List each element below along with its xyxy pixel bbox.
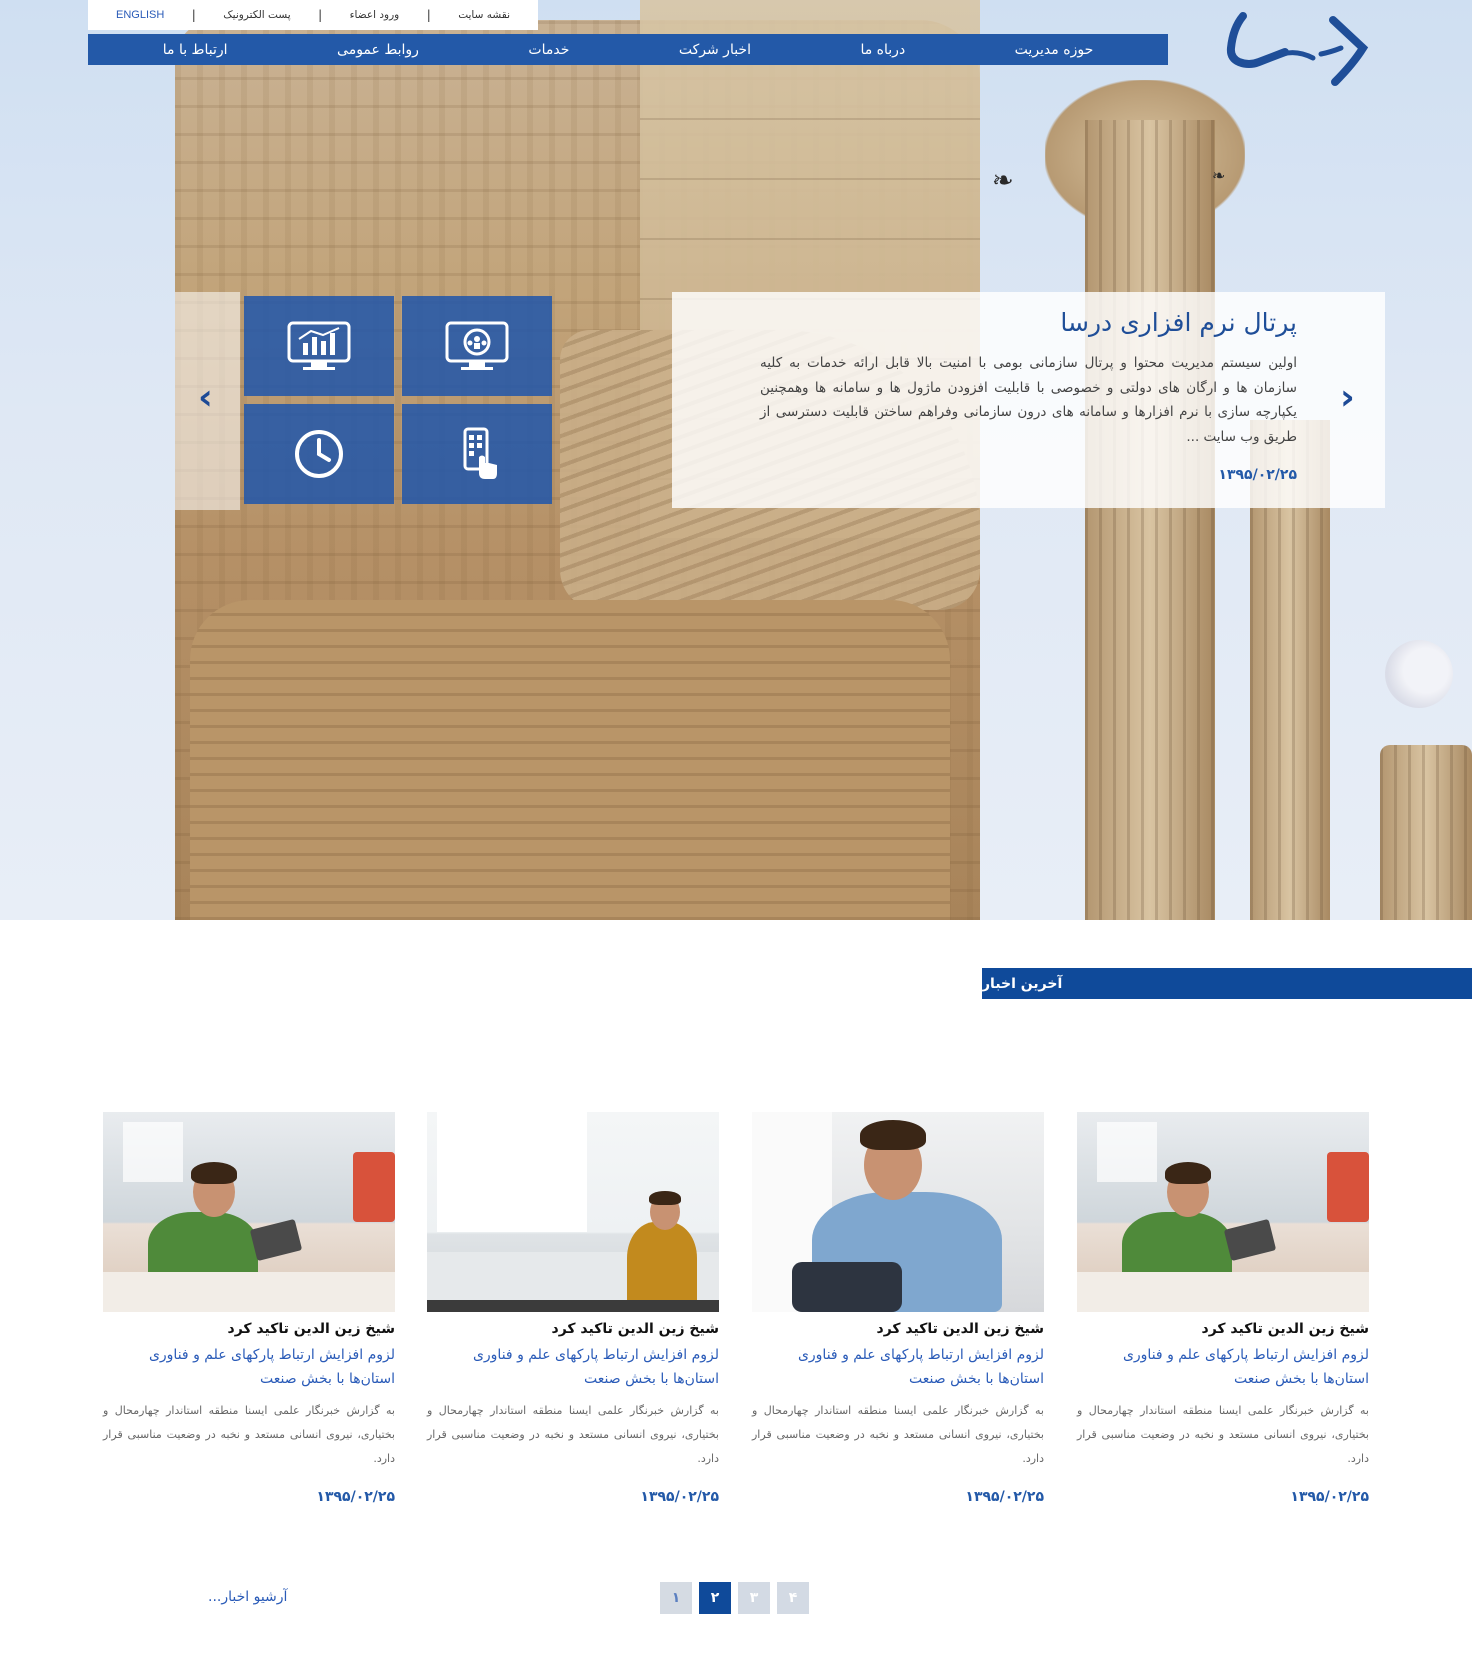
site-map-link[interactable]: نقشه سایت bbox=[458, 9, 510, 21]
photo-tablet bbox=[1223, 1218, 1277, 1262]
email-link[interactable]: پست الکترونیک bbox=[223, 9, 290, 21]
hero-banner: ❧ ❧ ‹ پرتال نرم افزاری درسا اولین سیستم … bbox=[0, 0, 1472, 920]
hero-column bbox=[1380, 745, 1472, 920]
members-login-link[interactable]: ورود اعضاء bbox=[350, 9, 400, 21]
news-card[interactable]: شیخ زین الدین تاکید کرد لزوم افزایش ارتب… bbox=[1077, 1112, 1369, 1505]
photo-window bbox=[123, 1122, 183, 1182]
news-image[interactable] bbox=[103, 1112, 395, 1312]
monitor-chart-icon bbox=[287, 321, 351, 370]
nav-item-services[interactable]: خدمات bbox=[528, 42, 569, 58]
hero-moon bbox=[1385, 640, 1453, 708]
separator: | bbox=[426, 8, 431, 22]
photo-counter-edge bbox=[427, 1300, 719, 1312]
tile-clock[interactable] bbox=[244, 404, 394, 504]
news-date: ۱۳۹۵/۰۲/۲۵ bbox=[316, 1489, 395, 1505]
tile-monitor-chart[interactable] bbox=[244, 296, 394, 396]
nav-item-company-news[interactable]: اخبار شرکت bbox=[679, 42, 751, 58]
site-logo[interactable] bbox=[1225, 6, 1375, 86]
news-subtitle[interactable]: لزوم افزایش ارتباط پارکهای علم و فناوری … bbox=[1077, 1343, 1369, 1391]
news-card[interactable]: شیخ زین الدین تاکید کرد لزوم افزایش ارتب… bbox=[752, 1112, 1044, 1505]
separator: | bbox=[191, 8, 196, 22]
photo-person-hair bbox=[860, 1120, 926, 1150]
pagination: ۱ ۲ ۳ ۴ bbox=[660, 1582, 809, 1614]
news-archive-link[interactable]: آرشیو اخبار... bbox=[208, 1589, 287, 1605]
mobile-touch-icon bbox=[463, 427, 497, 479]
news-date: ۱۳۹۵/۰۲/۲۵ bbox=[640, 1489, 719, 1505]
news-subtitle[interactable]: لزوم افزایش ارتباط پارکهای علم و فناوری … bbox=[427, 1343, 719, 1391]
news-image[interactable] bbox=[752, 1112, 1044, 1312]
photo-chair bbox=[792, 1262, 902, 1312]
latest-news-title: آخرین اخبار bbox=[982, 975, 1063, 992]
logo-icon bbox=[1226, 12, 1369, 86]
clock-icon bbox=[295, 430, 343, 478]
nav-item-public-relations[interactable]: روابط عمومی bbox=[337, 42, 419, 58]
monitor-network-icon bbox=[445, 321, 509, 370]
page-1-button[interactable]: ۱ bbox=[660, 1582, 692, 1614]
photo-bus bbox=[1327, 1152, 1369, 1222]
news-subtitle[interactable]: لزوم افزایش ارتباط پارکهای علم و فناوری … bbox=[103, 1343, 395, 1391]
slide-title[interactable]: پرتال نرم افزاری درسا bbox=[760, 308, 1297, 337]
separator: | bbox=[318, 8, 323, 22]
news-subtitle[interactable]: لزوم افزایش ارتباط پارکهای علم و فناوری … bbox=[752, 1343, 1044, 1391]
news-image[interactable] bbox=[1077, 1112, 1369, 1312]
bird-icon: ❧ bbox=[1212, 166, 1226, 185]
news-title[interactable]: شیخ زین الدین تاکید کرد bbox=[103, 1321, 395, 1337]
slider-caption: پرتال نرم افزاری درسا اولین سیستم مدیریت… bbox=[672, 292, 1385, 508]
slide-date: ۱۳۹۵/۰۲/۲۵ bbox=[1218, 467, 1297, 483]
nav-item-management[interactable]: حوزه مدیریت bbox=[1015, 42, 1094, 58]
news-summary: به گزارش خبرنگار علمی ایسنا منطقه استاند… bbox=[1077, 1404, 1369, 1465]
news-date: ۱۳۹۵/۰۲/۲۵ bbox=[1290, 1489, 1369, 1505]
news-title[interactable]: شیخ زین الدین تاکید کرد bbox=[427, 1321, 719, 1337]
news-summary: به گزارش خبرنگار علمی ایسنا منطقه استاند… bbox=[752, 1404, 1044, 1465]
main-nav: حوزه مدیریت درباه ما اخبار شرکت خدمات رو… bbox=[88, 34, 1168, 65]
english-language-link[interactable]: ENGLISH bbox=[116, 9, 164, 21]
photo-tablet bbox=[249, 1218, 303, 1262]
photo-person-hair bbox=[1165, 1162, 1211, 1184]
news-card[interactable]: شیخ زین الدین تاکید کرد لزوم افزایش ارتب… bbox=[103, 1112, 395, 1505]
news-summary: به گزارش خبرنگار علمی ایسنا منطقه استاند… bbox=[427, 1404, 719, 1465]
nav-item-contact[interactable]: ارتباط با ما bbox=[163, 42, 228, 58]
photo-bus bbox=[353, 1152, 395, 1222]
news-title[interactable]: شیخ زین الدین تاکید کرد bbox=[752, 1321, 1044, 1337]
photo-window bbox=[1097, 1122, 1157, 1182]
slide-description: اولین سیستم مدیریت محتوا و پرتال سازمانی… bbox=[760, 355, 1297, 445]
photo-person-hair bbox=[191, 1162, 237, 1184]
photo-table bbox=[1077, 1272, 1369, 1312]
page-3-button[interactable]: ۳ bbox=[738, 1582, 770, 1614]
page-2-button[interactable]: ۲ bbox=[699, 1582, 731, 1614]
news-date: ۱۳۹۵/۰۲/۲۵ bbox=[965, 1489, 1044, 1505]
page-4-button[interactable]: ۴ bbox=[777, 1582, 809, 1614]
bird-icon: ❧ bbox=[992, 166, 1014, 196]
top-links-bar: نقشه سایت | ورود اعضاء | پست الکترونیک |… bbox=[88, 0, 538, 30]
tile-mobile-touch[interactable] bbox=[402, 404, 552, 504]
photo-window bbox=[437, 1112, 587, 1232]
hero-column bbox=[1085, 120, 1215, 920]
slider-next-button[interactable]: › bbox=[1340, 380, 1355, 416]
news-card[interactable]: شیخ زین الدین تاکید کرد لزوم افزایش ارتب… bbox=[427, 1112, 719, 1505]
photo-table bbox=[103, 1272, 395, 1312]
slider-tiles bbox=[244, 296, 552, 504]
nav-item-about[interactable]: درباه ما bbox=[860, 42, 905, 58]
hero-statue-body bbox=[190, 600, 950, 920]
slider-prev-button[interactable]: ‹ bbox=[198, 380, 213, 416]
news-summary: به گزارش خبرنگار علمی ایسنا منطقه استاند… bbox=[103, 1404, 395, 1465]
news-image[interactable] bbox=[427, 1112, 719, 1312]
photo-person bbox=[627, 1222, 697, 1312]
latest-news-header: آخرین اخبار bbox=[982, 968, 1472, 999]
news-title[interactable]: شیخ زین الدین تاکید کرد bbox=[1077, 1321, 1369, 1337]
photo-person-hair bbox=[649, 1191, 681, 1205]
tile-monitor-network[interactable] bbox=[402, 296, 552, 396]
